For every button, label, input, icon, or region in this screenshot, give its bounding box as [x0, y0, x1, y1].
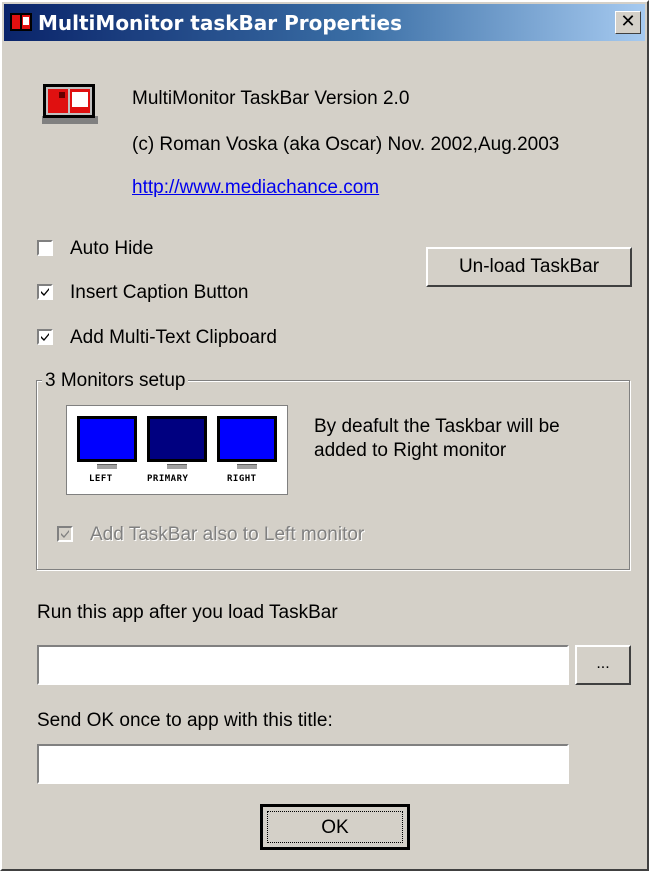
checkmark-icon: [41, 288, 49, 296]
monitors-legend: 3 Monitors setup: [42, 370, 189, 392]
left-monitor-label: LEFT: [89, 474, 113, 484]
left-monitor: [77, 416, 137, 462]
also-left-label: Add TaskBar also to Left monitor: [90, 524, 365, 545]
monitor-stand: [97, 464, 117, 469]
checkmark-icon: [61, 530, 69, 538]
version-text: MultiMonitor TaskBar Version 2.0: [132, 88, 410, 109]
close-icon: ✕: [620, 11, 636, 32]
ok-button[interactable]: OK: [260, 804, 410, 850]
primary-monitor: [147, 416, 207, 462]
monitors-diagram: LEFT PRIMARY RIGHT: [66, 405, 288, 495]
ok-button-label: OK: [267, 811, 403, 843]
multi-clipboard-label: Add Multi-Text Clipboard: [70, 327, 277, 348]
right-monitor: [217, 416, 277, 462]
multi-clipboard-checkbox[interactable]: [37, 329, 53, 345]
website-link[interactable]: http://www.mediachance.com: [132, 177, 379, 199]
also-left-checkbox[interactable]: [57, 526, 73, 542]
send-ok-label: Send OK once to app with this title:: [37, 710, 333, 731]
monitor-description: By deafult the Taskbar will be added to …: [314, 416, 560, 461]
unload-taskbar-button[interactable]: Un-load TaskBar: [426, 247, 632, 287]
right-monitor-label: RIGHT: [227, 474, 257, 484]
copyright-text: (c) Roman Voska (aka Oscar) Nov. 2002,Au…: [132, 134, 560, 155]
monitor-stand: [237, 464, 257, 469]
primary-monitor-label: PRIMARY: [147, 474, 189, 484]
send-ok-title-input[interactable]: [37, 744, 569, 784]
app-icon: [10, 13, 32, 31]
checkmark-icon: [41, 333, 49, 341]
taskbar-app-icon: [42, 84, 98, 124]
properties-dialog: MultiMonitor taskBar Properties ✕ MultiM…: [0, 0, 649, 871]
insert-caption-checkbox[interactable]: [37, 284, 53, 300]
run-app-input[interactable]: [37, 645, 569, 685]
close-button[interactable]: ✕: [615, 11, 641, 34]
window-title: MultiMonitor taskBar Properties: [38, 11, 402, 35]
run-app-label: Run this app after you load TaskBar: [37, 602, 338, 623]
auto-hide-checkbox[interactable]: [37, 240, 53, 256]
browse-button[interactable]: ...: [575, 645, 631, 685]
auto-hide-label: Auto Hide: [70, 238, 154, 259]
insert-caption-label: Insert Caption Button: [70, 282, 249, 303]
monitor-stand: [167, 464, 187, 469]
title-bar[interactable]: MultiMonitor taskBar Properties ✕: [4, 4, 645, 41]
